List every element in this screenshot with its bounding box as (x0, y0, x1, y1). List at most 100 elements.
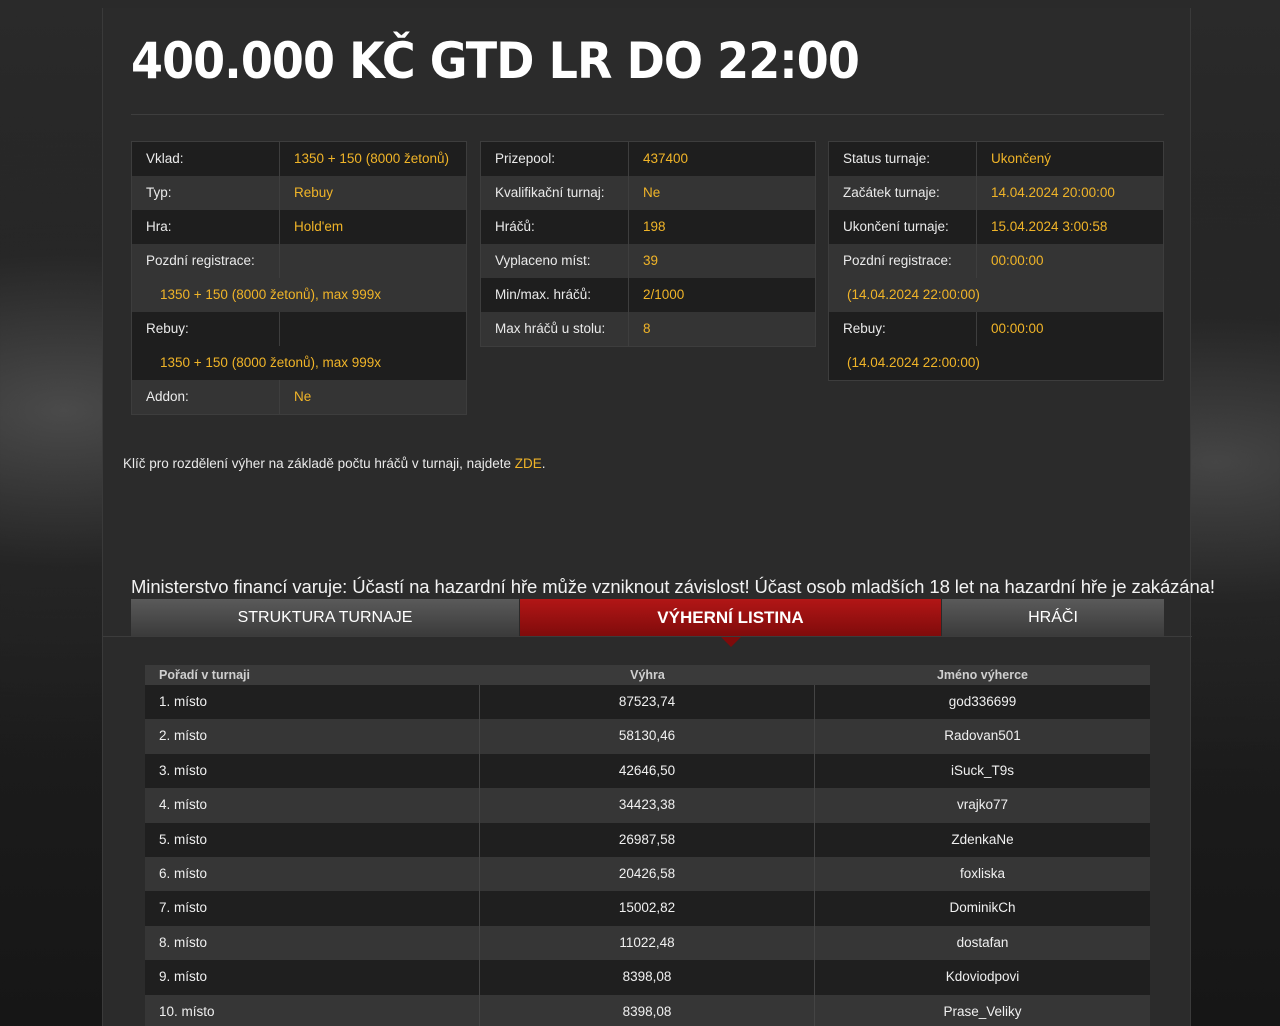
info-label: Rebuy: (132, 312, 280, 346)
cell-prize: 58130,46 (480, 719, 815, 754)
info-row-typ: Typ: Rebuy (132, 176, 466, 210)
info-row-max-table: Max hráčů u stolu: 8 (481, 312, 815, 346)
table-row: 10. místo 8398,08 Prase_Veliky (145, 994, 1150, 1026)
table-row: 7. místo 15002,82 DominikCh (145, 891, 1150, 926)
cell-place: 5. místo (145, 822, 480, 857)
info-label: Prizepool: (481, 142, 629, 176)
info-table-entry: Vklad: 1350 + 150 (8000 žetonů) Typ: Reb… (131, 141, 467, 415)
info-value: 00:00:00 (991, 253, 1044, 268)
info-row-min-max: Min/max. hráčů: 2/1000 (481, 278, 815, 312)
table-row: 9. místo 8398,08 Kdoviodpovi (145, 960, 1150, 995)
tab-prize-list[interactable]: VÝHERNÍ LISTINA (520, 599, 942, 647)
info-value: 39 (643, 253, 659, 268)
info-value: 00:00:00 (991, 321, 1044, 336)
tab-players[interactable]: HRÁČI (942, 599, 1164, 637)
tournament-page: 400.000 KČ GTD LR DO 22:00 Vklad: 1350 +… (102, 8, 1215, 1026)
info-value: Hold'em (294, 219, 344, 234)
info-label: Kvalifikační turnaj: (481, 176, 629, 210)
info-value: 15.04.2024 3:00:58 (991, 219, 1108, 234)
table-row: 6. místo 20426,58 foxliska (145, 856, 1150, 892)
cell-prize: 8398,08 (480, 994, 815, 1026)
cell-place: 3. místo (145, 753, 480, 789)
info-row-players: Hráčů: 198 (481, 210, 815, 244)
cell-winner: ZdenkaNe (951, 831, 1014, 847)
cell-prize: 11022,48 (480, 925, 815, 961)
info-row-end: Ukončení turnaje: 15.04.2024 3:00:58 (829, 210, 1163, 244)
cell-prize: 34423,38 (480, 788, 815, 823)
info-value: Ukončený (991, 151, 1052, 166)
info-row-prizepool: Prizepool: 437400 (481, 142, 815, 176)
cell-winner: Kdoviodpovi (945, 969, 1020, 985)
table-header: Pořadí v turnaji Výhra Jméno výherce (145, 665, 1150, 685)
info-label: Hra: (132, 210, 280, 244)
info-value: 437400 (643, 151, 689, 166)
cell-prize: 26987,58 (480, 822, 815, 857)
info-label: Rebuy: (829, 312, 977, 346)
cell-prize: 42646,50 (480, 753, 815, 789)
table-row: 1. místo 87523,74 god336699 (145, 685, 1150, 720)
cell-place: 9. místo (145, 960, 480, 995)
gambling-warning: Ministerstvo financí varuje: Účastí na h… (131, 576, 1215, 597)
cell-winner: foxliska (959, 865, 1005, 881)
tab-structure[interactable]: STRUKTURA TURNAJE (131, 599, 520, 637)
info-value: Ne (294, 389, 312, 404)
info-subvalue: (14.04.2024 22:00:00) (847, 355, 980, 370)
title-divider (131, 114, 1164, 115)
info-value: Rebuy (294, 185, 334, 200)
cell-place: 8. místo (145, 925, 480, 961)
prize-list-table: Pořadí v turnaji Výhra Jméno výherce 1. … (145, 665, 1150, 1026)
info-value: 1350 + 150 (8000 žetonů), max 999x (160, 355, 382, 370)
cell-place: 1. místo (145, 685, 480, 720)
header-prize: Výhra (630, 668, 665, 682)
cell-place: 6. místo (145, 856, 480, 892)
header-winner: Jméno výherce (936, 668, 1029, 682)
cell-winner: god336699 (948, 694, 1017, 709)
info-row-rebuy-time: Rebuy: 00:00:00 (14.04.2024 22:00:00) (829, 312, 1163, 380)
table-row: 3. místo 42646,50 iSuck_T9s (145, 753, 1150, 789)
table-row: 5. místo 26987,58 ZdenkaNe (145, 822, 1150, 857)
info-value: Ne (643, 185, 661, 200)
prize-key-link[interactable]: ZDE (515, 456, 542, 471)
cell-prize: 87523,74 (480, 685, 815, 720)
cell-winner: dostafan (956, 934, 1009, 950)
info-row-start: Začátek turnaje: 14.04.2024 20:00:00 (829, 176, 1163, 210)
info-row-vklad: Vklad: 1350 + 150 (8000 žetonů) (132, 142, 466, 176)
info-label: Status turnaje: (829, 142, 977, 176)
info-subvalue: (14.04.2024 22:00:00) (847, 287, 980, 302)
info-label: Ukončení turnaje: (829, 210, 977, 244)
info-label: Začátek turnaje: (829, 176, 977, 210)
info-row-rebuy: Rebuy: 1350 + 150 (8000 žetonů), max 999… (132, 312, 466, 380)
cell-place: 4. místo (145, 788, 480, 823)
cell-winner: vrajko77 (956, 797, 1009, 813)
tabs-divider (103, 636, 1192, 637)
info-value: 14.04.2024 20:00:00 (991, 185, 1115, 200)
cell-place: 10. místo (145, 994, 480, 1026)
info-value: 1350 + 150 (8000 žetonů), max 999x (160, 287, 382, 302)
info-value: 1350 + 150 (8000 žetonů) (294, 151, 449, 166)
info-label: Min/max. hráčů: (481, 278, 629, 312)
info-label: Typ: (132, 176, 280, 210)
cell-place: 7. místo (145, 891, 480, 926)
tournament-tabs: STRUKTURA TURNAJE VÝHERNÍ LISTINA HRÁČI (131, 599, 1164, 647)
info-label: Addon: (132, 380, 280, 414)
table-row: 8. místo 11022,48 dostafan (145, 925, 1150, 961)
table-row: 4. místo 34423,38 vrajko77 (145, 788, 1150, 823)
info-table-prizepool: Prizepool: 437400 Kvalifikační turnaj: N… (480, 141, 816, 347)
info-row-late-registration-time: Pozdní registrace: 00:00:00 (14.04.2024 … (829, 244, 1163, 312)
info-row-paid-places: Vyplaceno míst: 39 (481, 244, 815, 278)
cell-winner: iSuck_T9s (950, 762, 1015, 778)
info-row-qualifier: Kvalifikační turnaj: Ne (481, 176, 815, 210)
info-label: Vklad: (132, 142, 280, 176)
info-row-addon: Addon: Ne (132, 380, 466, 414)
info-value: 2/1000 (643, 287, 685, 302)
cell-winner: Prase_Veliky (943, 1003, 1022, 1019)
prize-key-note: Klíč pro rozdělení výher na základě počt… (123, 456, 546, 471)
info-value: 198 (643, 219, 666, 234)
cell-prize: 20426,58 (480, 856, 815, 892)
info-label: Hráčů: (481, 210, 629, 244)
info-row-hra: Hra: Hold'em (132, 210, 466, 244)
info-table-status: Status turnaje: Ukončený Začátek turnaje… (828, 141, 1164, 381)
header-place: Pořadí v turnaji (159, 668, 250, 682)
cell-prize: 15002,82 (480, 891, 815, 926)
cell-prize: 8398,08 (480, 960, 815, 995)
